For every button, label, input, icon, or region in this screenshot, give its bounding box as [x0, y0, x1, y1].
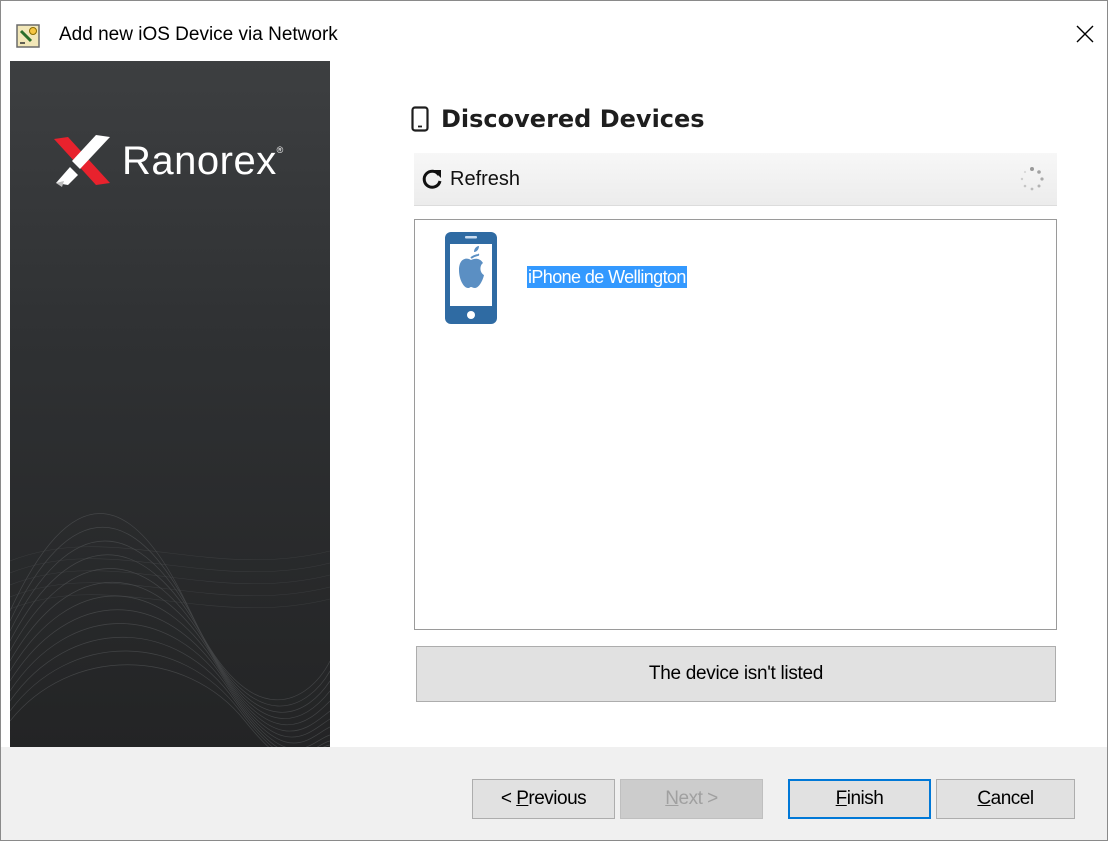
add-ios-device-dialog: Add new iOS Device via Network Ranorex® — [0, 0, 1108, 841]
smartphone-icon — [411, 106, 429, 132]
finish-button[interactable]: Finish — [788, 779, 931, 819]
refresh-icon — [422, 169, 442, 189]
branding-panel: Ranorex ® — [10, 61, 330, 749]
device-name: iPhone de Wellington — [527, 266, 687, 288]
discovered-devices-list[interactable]: iPhone de Wellington — [414, 219, 1057, 630]
loading-spinner-icon — [1020, 167, 1044, 191]
brand-name: Ranorex — [122, 138, 277, 183]
next-button[interactable]: Next > — [620, 779, 763, 819]
close-button[interactable] — [1063, 11, 1107, 57]
section-header: Discovered Devices — [411, 101, 705, 137]
device-list-item[interactable]: iPhone de Wellington — [443, 230, 687, 326]
iphone-apple-icon — [445, 232, 497, 324]
window-title: Add new iOS Device via Network — [59, 24, 338, 45]
refresh-label: Refresh — [450, 167, 521, 190]
device-not-listed-button[interactable]: The device isn't listed — [416, 646, 1056, 702]
wizard-footer: < Previous Next > Finish Cancel — [1, 747, 1107, 840]
ranorex-x-logo-icon — [54, 135, 110, 187]
section-title: Discovered Devices — [441, 105, 705, 133]
refresh-button[interactable]: Refresh — [420, 163, 520, 195]
decorative-waves — [10, 513, 330, 749]
wizard-app-icon — [16, 24, 40, 48]
registered-mark: ® — [276, 144, 284, 155]
ranorex-logo: Ranorex ® — [50, 133, 283, 187]
close-icon — [1076, 25, 1094, 43]
cancel-button[interactable]: Cancel — [936, 779, 1075, 819]
previous-button[interactable]: < Previous — [472, 779, 615, 819]
device-toolbar: Refresh — [414, 153, 1057, 206]
title-bar: Add new iOS Device via Network — [1, 1, 1107, 61]
